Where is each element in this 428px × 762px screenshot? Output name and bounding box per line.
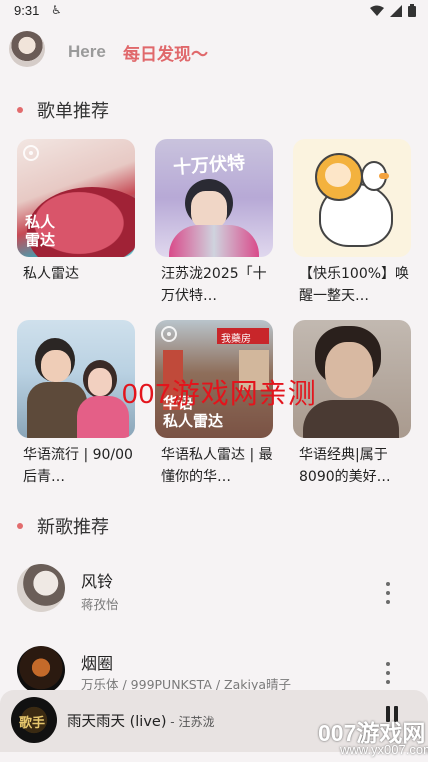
playlist-cover: 私人 雷达: [17, 139, 135, 257]
song-cover: [17, 564, 65, 612]
song-cover: [17, 646, 65, 694]
playlist-title: 华语流行 | 90/00后青…: [23, 447, 133, 485]
playlist-card[interactable]: 十万伏特 汪苏泷2025「十万伏特…: [155, 139, 273, 307]
player-cover-text: 歌手: [19, 716, 46, 731]
section-dot-icon: [17, 107, 23, 113]
playlist-card[interactable]: 华语流行 | 90/00后青…: [17, 320, 135, 488]
playlist-title: 华语私人雷达 | 最懂你的华…: [161, 447, 273, 485]
netease-logo-icon: [161, 326, 177, 342]
greeting-text: Here: [68, 42, 106, 61]
netease-logo-icon: [23, 145, 39, 161]
playlists-section-title: 歌单推荐: [17, 97, 109, 123]
playlist-title: 汪苏泷2025「十万伏特…: [161, 266, 267, 304]
song-artist: 蒋孜怡: [81, 597, 119, 612]
status-time: 9:31: [14, 3, 40, 18]
player-separator: -: [166, 715, 179, 729]
song-name: 风铃: [81, 572, 114, 591]
battery-icon: [408, 4, 416, 17]
more-options-icon[interactable]: [380, 662, 396, 684]
wifi-icon: [370, 5, 384, 16]
playlist-card[interactable]: 私人 雷达 私人雷达: [17, 139, 135, 285]
song-row[interactable]: 风铃 蒋孜怡: [0, 558, 428, 622]
playlist-card[interactable]: 【快乐100%】唤醒一整天…: [293, 139, 411, 307]
playlist-cover: [17, 320, 135, 438]
accessibility-icon: ♿: [51, 3, 62, 17]
player-track-artist: 汪苏泷: [178, 715, 215, 729]
status-icons: [370, 4, 416, 17]
watermark-text: 007游戏网亲测: [122, 378, 317, 409]
playlists-section-label: 歌单推荐: [37, 101, 109, 122]
signal-icon: [390, 4, 402, 17]
new-songs-section-label: 新歌推荐: [37, 517, 109, 538]
playlist-title: 【快乐100%】唤醒一整天…: [299, 266, 410, 304]
new-songs-section-title: 新歌推荐: [17, 513, 109, 539]
more-options-icon[interactable]: [380, 582, 396, 604]
page-title: 每日发现～: [123, 45, 208, 65]
playlist-cover: 十万伏特: [155, 139, 273, 257]
status-bar: 9:31 ♿: [0, 0, 428, 24]
site-watermark-url: www.yx007.com: [340, 742, 428, 757]
cover-label: 私人 雷达: [25, 213, 56, 249]
section-dot-icon: [17, 523, 23, 529]
playlist-cover: [293, 139, 411, 257]
playlist-title: 华语经典|属于8090的美好…: [299, 447, 391, 485]
player-track-title: 雨天雨天 (live): [67, 714, 167, 730]
user-avatar[interactable]: [9, 31, 45, 67]
player-track-info: 雨天雨天 (live) - 汪苏泷: [67, 710, 214, 731]
playlist-title: 私人雷达: [23, 266, 79, 282]
song-name: 烟圈: [81, 654, 114, 673]
